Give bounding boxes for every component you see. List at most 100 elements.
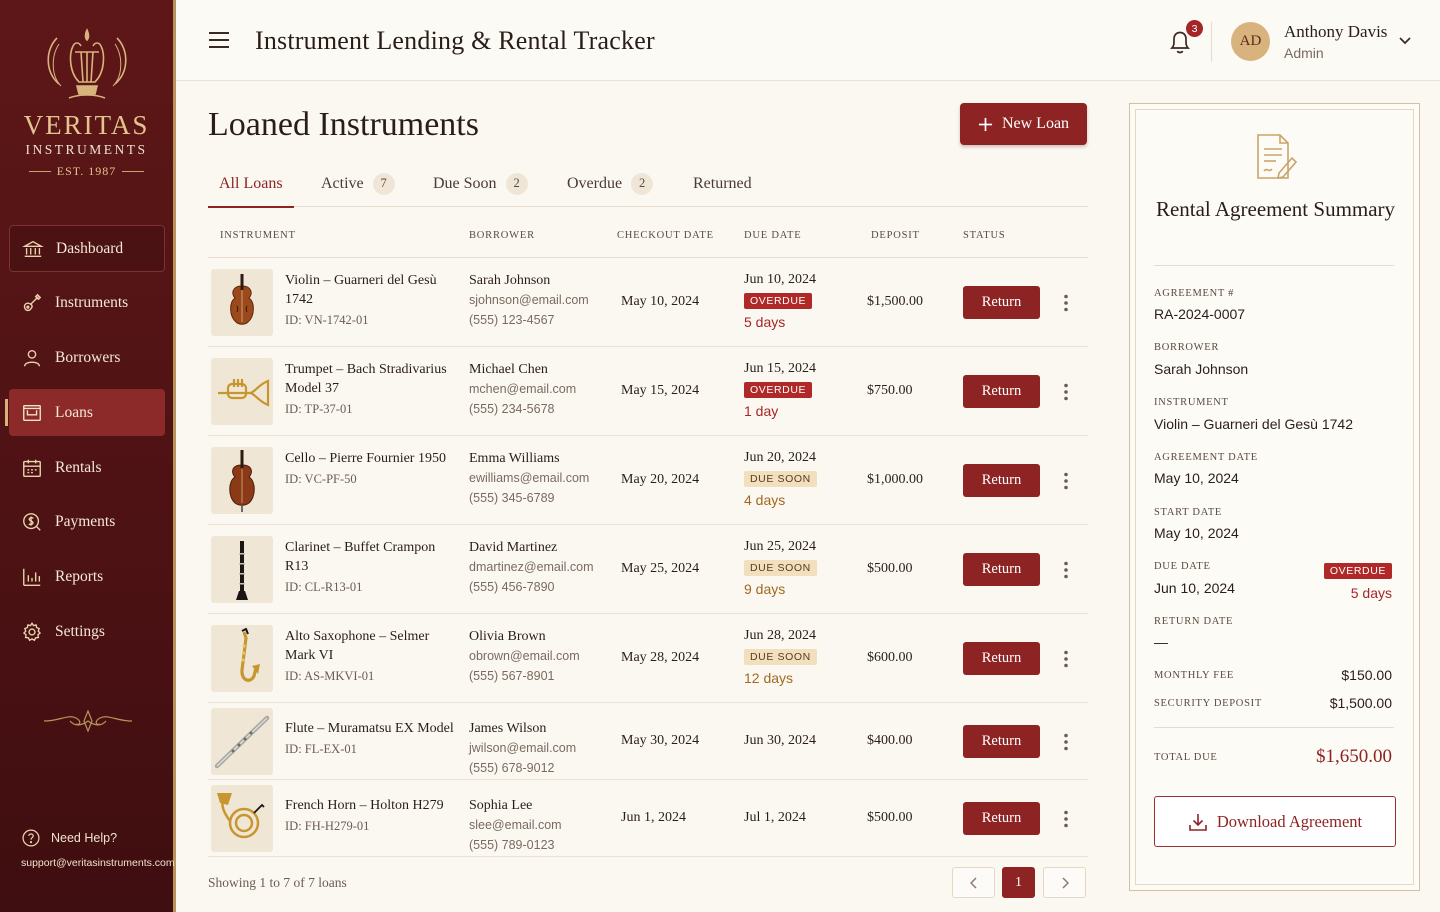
security-deposit-label: SECURITY DEPOSIT (1154, 698, 1262, 709)
page-1-button[interactable]: 1 (1002, 867, 1035, 898)
deposit-amount: $600.00 (867, 650, 913, 665)
sidebar-item-rentals[interactable]: Rentals (9, 444, 165, 491)
tab-overdue[interactable]: Overdue 2 (567, 160, 654, 207)
sidebar-item-payments[interactable]: Payments (9, 499, 165, 546)
due-date-cell: Jun 15, 2024 OVERDUE 1 day (744, 361, 816, 419)
return-button[interactable]: Return (963, 725, 1040, 758)
borrower-name[interactable]: James Wilson (469, 719, 576, 738)
instrument-name[interactable]: Trumpet – Bach Stradivarius Model 37 (285, 360, 457, 398)
instrument-name[interactable]: Flute – Muramatsu EX Model (285, 719, 457, 738)
more-options-icon[interactable] (1063, 650, 1069, 668)
hamburger-menu-icon[interactable] (208, 31, 230, 49)
table-row[interactable]: French Horn – Holton H279 ID: FH-H279-01… (208, 780, 1088, 857)
sidebar-item-settings[interactable]: Settings (9, 609, 165, 656)
instrument-name[interactable]: Alto Saxophone – Selmer Mark VI (285, 627, 457, 665)
sidebar-item-reports[interactable]: Reports (9, 554, 165, 601)
tab-due-soon[interactable]: Due Soon 2 (433, 160, 528, 207)
return-button[interactable]: Return (963, 802, 1040, 835)
dollar-coin-icon (23, 513, 41, 532)
bar-chart-icon (23, 569, 41, 587)
borrower-phone: (555) 456-7890 (469, 580, 555, 594)
table-row[interactable]: Alto Saxophone – Selmer Mark VI ID: AS-M… (208, 614, 1088, 703)
checkout-date: May 30, 2024 (621, 733, 700, 748)
column-header-due-date: DUE DATE (744, 230, 802, 241)
more-options-icon[interactable] (1063, 561, 1069, 579)
due-date: Jun 15, 2024 (744, 361, 816, 376)
borrower-phone: (555) 678-9012 (469, 761, 555, 775)
borrower-name[interactable]: Sophia Lee (469, 796, 562, 815)
borrower-cell: Sarah Johnson sjohnson@email.com (555) 1… (469, 271, 589, 330)
more-options-icon[interactable] (1063, 733, 1069, 751)
due-date-cell: Jul 1, 2024 (744, 810, 806, 826)
due-date-label: DUE DATE (1154, 561, 1211, 572)
return-button[interactable]: Return (963, 286, 1040, 319)
return-button[interactable]: Return (963, 375, 1040, 408)
status-badge: DUE SOON (744, 471, 817, 487)
chevron-right-icon (1061, 876, 1069, 889)
due-date-cell: Jun 30, 2024 (744, 733, 816, 749)
saxophone-icon (240, 627, 260, 682)
due-date: Jun 10, 2024 (744, 272, 816, 287)
total-due-label: TOTAL DUE (1154, 752, 1218, 763)
more-options-icon[interactable] (1063, 472, 1069, 490)
return-button[interactable]: Return (963, 464, 1040, 497)
days-remaining: 1 day (744, 403, 779, 419)
borrower-name[interactable]: Sarah Johnson (469, 271, 589, 290)
borrower-cell: Michael Chen mchen@email.com (555) 234-5… (469, 360, 576, 419)
instrument-name[interactable]: Clarinet – Buffet Crampon R13 (285, 538, 457, 576)
instrument-name[interactable]: Cello – Pierre Fournier 1950 (285, 449, 457, 468)
ornament-flourish-icon (43, 709, 133, 733)
borrower-name[interactable]: Emma Williams (469, 449, 589, 468)
table-header: INSTRUMENT BORROWER CHECKOUT DATE DUE DA… (208, 222, 1088, 258)
download-agreement-button[interactable]: Download Agreement (1154, 796, 1396, 847)
tab-active[interactable]: Active 7 (321, 160, 395, 207)
deposit-amount: $500.00 (867, 561, 913, 576)
calendar-icon (23, 459, 41, 477)
sidebar-item-instruments[interactable]: Instruments (9, 280, 165, 327)
instrument-thumbnail (211, 785, 273, 852)
column-header-deposit: DEPOSIT (871, 230, 920, 241)
instrument-thumbnail (211, 269, 273, 336)
instrument-name[interactable]: French Horn – Holton H279 (285, 796, 457, 815)
brand-subtitle: INSTRUMENTS (25, 142, 148, 157)
table-row[interactable]: Clarinet – Buffet Crampon R13 ID: CL-R13… (208, 525, 1088, 614)
borrower-name[interactable]: David Martinez (469, 538, 594, 557)
table-row[interactable]: Cello – Pierre Fournier 1950 ID: VC-PF-5… (208, 436, 1088, 525)
chevron-down-icon[interactable] (1398, 36, 1412, 46)
instrument-cell: Flute – Muramatsu EX Model ID: FL-EX-01 (285, 719, 457, 757)
table-row[interactable]: Trumpet – Bach Stradivarius Model 37 ID:… (208, 347, 1088, 436)
days-remaining: 4 days (744, 492, 786, 508)
start-date-value: May 10, 2024 (1154, 525, 1239, 541)
tab-count: 2 (631, 172, 654, 195)
due-status-badge: OVERDUE (1323, 561, 1392, 579)
borrower-name[interactable]: Olivia Brown (469, 627, 580, 646)
tab-count: 7 (372, 172, 395, 195)
more-options-icon[interactable] (1063, 383, 1069, 401)
table-row[interactable]: Violin – Guarneri del Gesù 1742 ID: VN-1… (208, 258, 1088, 347)
more-options-icon[interactable] (1063, 294, 1069, 312)
sidebar: VERITAS INSTRUMENTS EST. 1987 Dashboard … (0, 0, 176, 912)
help-link[interactable]: Need Help? (21, 828, 175, 848)
sidebar-item-borrowers[interactable]: Borrowers (9, 335, 165, 382)
next-page-button[interactable] (1043, 867, 1086, 898)
return-button[interactable]: Return (963, 553, 1040, 586)
borrower-name[interactable]: Michael Chen (469, 360, 576, 379)
avatar[interactable]: AD (1231, 22, 1270, 61)
instrument-name[interactable]: Violin – Guarneri del Gesù 1742 (285, 271, 457, 309)
sidebar-item-dashboard[interactable]: Dashboard (9, 225, 165, 272)
support-email-link[interactable]: support@veritasinstruments.com (21, 857, 175, 869)
sidebar-item-loans[interactable]: Loans (5, 389, 165, 437)
tab-all-loans[interactable]: All Loans (208, 160, 294, 208)
more-options-icon[interactable] (1063, 810, 1069, 828)
cello-icon (229, 449, 255, 512)
due-date-cell: Jun 28, 2024 DUE SOON 12 days (744, 628, 817, 686)
return-button[interactable]: Return (963, 642, 1040, 675)
checkout-date: May 10, 2024 (621, 294, 700, 309)
table-row[interactable]: Flute – Muramatsu EX Model ID: FL-EX-01 … (208, 703, 1088, 780)
new-loan-button[interactable]: New Loan (960, 103, 1087, 145)
tab-returned[interactable]: Returned (693, 160, 752, 207)
prev-page-button[interactable] (952, 867, 995, 898)
deposit-amount: $500.00 (867, 810, 913, 825)
borrower-phone: (555) 567-8901 (469, 669, 555, 683)
instrument-id: ID: AS-MKVI-01 (285, 669, 375, 683)
